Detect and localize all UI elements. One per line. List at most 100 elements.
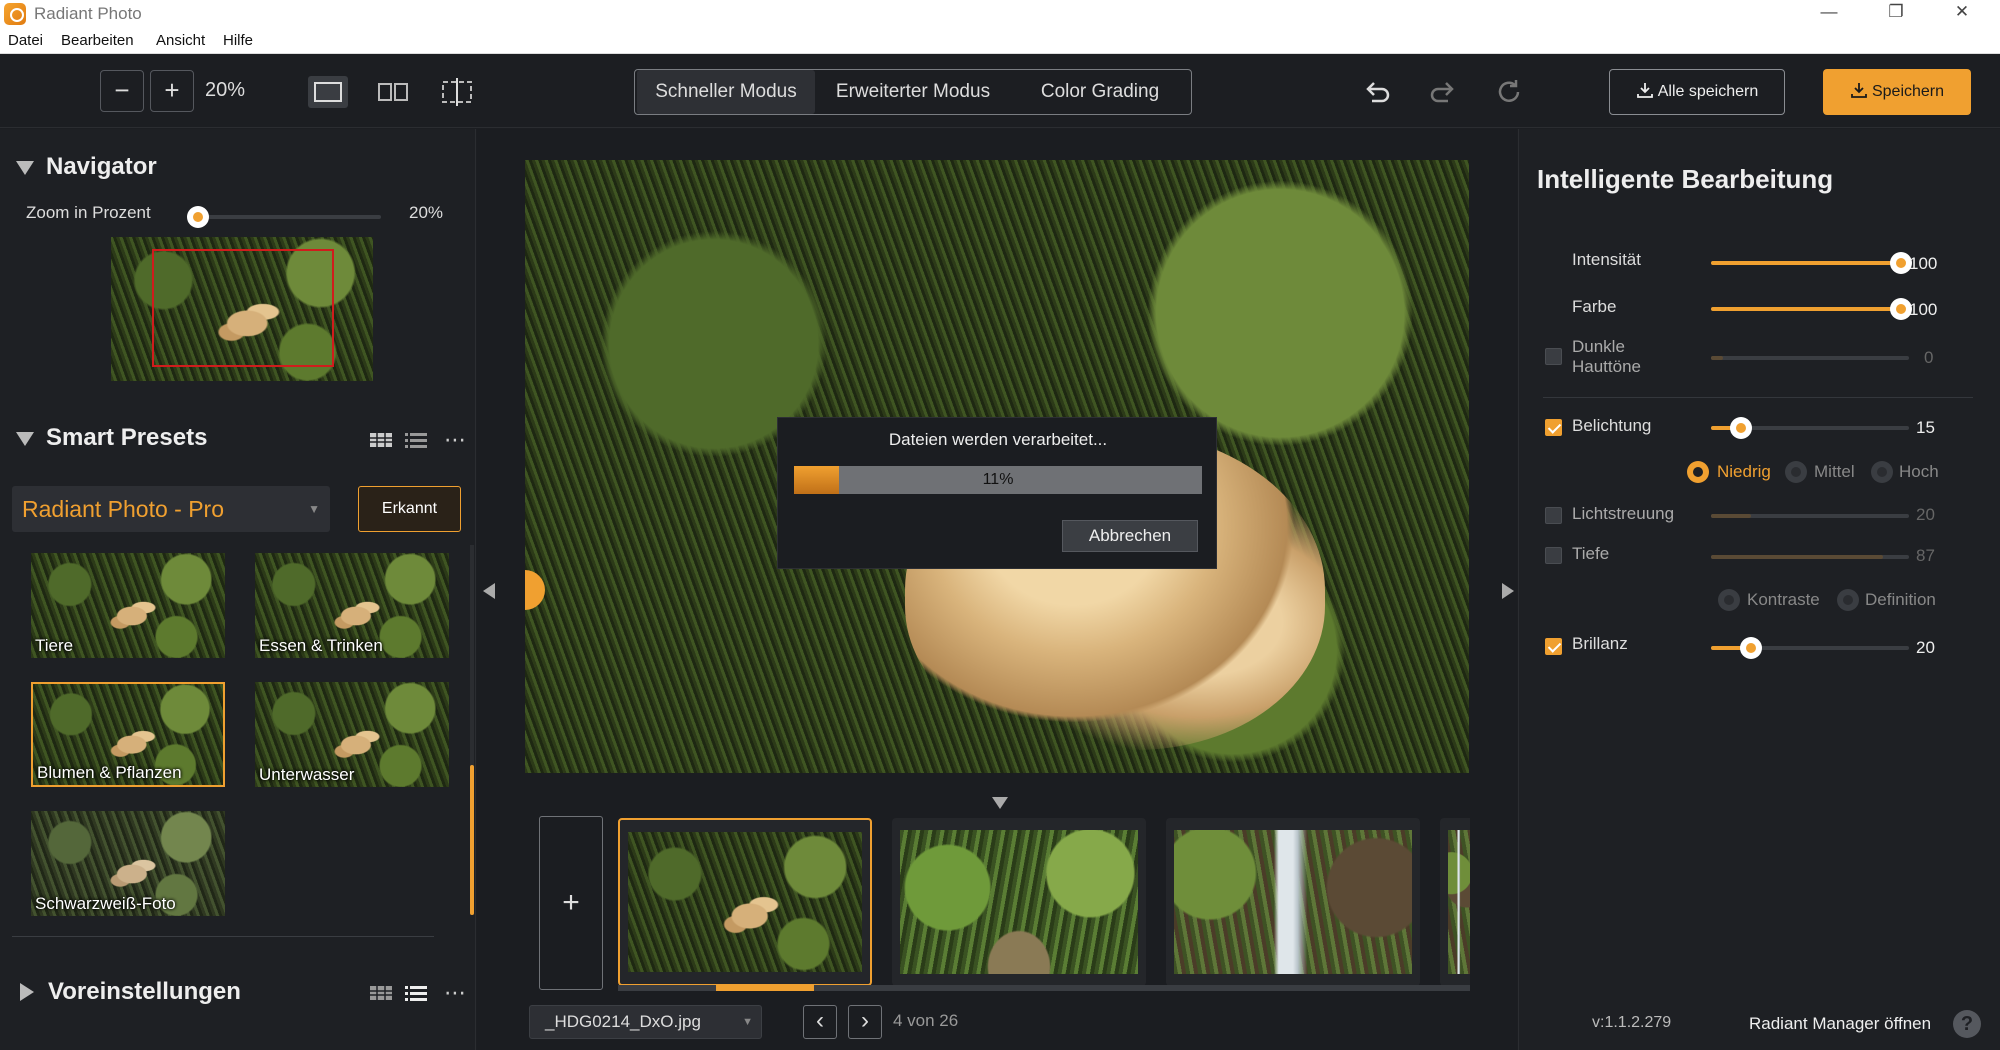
filmstrip-item[interactable] [892,818,1146,986]
exposure-label: Belichtung [1572,416,1652,435]
zoom-out-button[interactable]: − [100,70,144,112]
dark-skin-tones-value: 0 [1924,348,1934,367]
color-label: Farbe [1572,297,1617,316]
depth-definition-radio[interactable] [1837,589,1859,611]
left-panel-scrollbar-thumb[interactable] [470,765,474,915]
toolbar: − + 20% Schneller Modus Erweiterter Modu… [0,55,2000,128]
intensity-label: Intensität [1572,250,1641,269]
app-logo-icon [4,3,26,25]
mode-switcher: Schneller Modus Erweiterter Modus Color … [634,69,1192,115]
compare-handle[interactable] [525,570,545,610]
undo-button[interactable] [1362,77,1392,107]
collapse-navigator-icon[interactable] [16,161,34,175]
chevron-down-icon: ▼ [308,502,320,516]
menu-datei[interactable]: Datei [8,32,43,49]
preset-dropdown[interactable]: Radiant Photo - Pro ▼ [12,486,330,532]
help-button[interactable]: ? [1953,1010,1981,1038]
smart-edit-title: Intelligente Bearbeitung [1537,164,1834,194]
redo-button[interactable] [1428,77,1458,107]
next-image-button[interactable]: › [848,1005,882,1039]
depth-contrast-label: Kontraste [1747,590,1820,609]
exposure-checkbox[interactable] [1545,419,1562,436]
reset-button[interactable] [1494,77,1524,107]
smart-presets-more-icon[interactable]: ⋯ [444,427,466,453]
preset-label: Tiere [35,636,74,655]
compare-view-button[interactable] [437,76,477,108]
menu-bearbeiten[interactable]: Bearbeiten [61,32,134,49]
menu-hilfe[interactable]: Hilfe [223,32,253,49]
filmstrip-scrollbar-thumb[interactable] [716,985,814,991]
left-panel: Navigator Zoom in Prozent 20% Smart Pres… [0,129,476,1050]
previous-image-button[interactable]: ‹ [803,1005,837,1039]
tab-schneller-modus[interactable]: Schneller Modus [637,70,815,114]
voreinstellungen-more-icon[interactable]: ⋯ [444,980,466,1006]
split-view-button[interactable] [373,76,413,108]
title-bar: Radiant Photo — ❐ ✕ [0,0,2000,27]
right-panel: Intelligente Bearbeitung Intensität 100 … [1518,129,2000,1050]
close-window-button[interactable]: ✕ [1932,0,1992,27]
preset-essen-trinken[interactable]: Essen & Trinken [255,553,449,658]
version-label: v:1.1.2.279 [1592,1014,1672,1031]
file-dropdown-value: _HDG0214_DxO.jpg [545,1012,701,1031]
save-button[interactable]: Speichern [1823,69,1971,115]
filmstrip-item[interactable] [1440,818,1470,986]
exposure-medium-radio[interactable] [1785,461,1807,483]
collapse-smart-presets-icon[interactable] [16,432,34,446]
exposure-slider[interactable] [1711,417,1909,439]
intensity-slider-fill [1711,261,1901,265]
collapse-right-panel-icon[interactable] [1502,583,1514,599]
open-radiant-manager-link[interactable]: Radiant Manager öffnen [1749,1014,1931,1034]
dark-skin-tones-checkbox[interactable] [1545,348,1562,365]
detected-button[interactable]: Erkannt [358,486,461,532]
brilliance-slider-knob[interactable] [1739,637,1762,659]
processing-dialog: Dateien werden verarbeitet... 11% Abbrec… [777,417,1217,569]
grid-view-icon[interactable] [369,431,393,449]
preset-schwarzweiss[interactable]: Schwarzweiß-Foto [31,811,225,916]
list-view-icon[interactable] [404,431,428,449]
maximize-button[interactable]: ❐ [1866,0,1926,27]
exposure-high-radio[interactable] [1871,461,1893,483]
exposure-low-radio[interactable] [1687,461,1709,483]
color-slider[interactable] [1711,298,1912,320]
navigator-viewport-rect[interactable] [152,249,334,367]
navigator-zoom-knob[interactable] [186,206,209,228]
depth-checkbox[interactable] [1545,547,1562,564]
save-all-button[interactable]: Alle speichern [1609,69,1785,115]
light-scatter-slider[interactable] [1711,514,1909,518]
dark-skin-tones-slider-fill [1711,356,1723,360]
brilliance-slider[interactable] [1711,637,1909,659]
filmstrip-thumbnail [900,830,1138,974]
expand-voreinstellungen-icon[interactable] [20,983,34,1001]
color-value: 100 [1909,300,1938,319]
menu-ansicht[interactable]: Ansicht [156,32,205,49]
zoom-in-button[interactable]: + [150,70,194,112]
grid-view-icon[interactable] [369,984,393,1002]
collapse-left-panel-icon[interactable] [483,583,495,599]
add-image-button[interactable]: + [539,816,603,990]
list-view-icon[interactable] [404,984,428,1002]
cancel-button[interactable]: Abbrechen [1062,520,1198,552]
light-scatter-checkbox[interactable] [1545,507,1562,524]
intensity-slider[interactable] [1711,252,1912,274]
dark-skin-tones-slider[interactable] [1711,356,1909,360]
tab-erweiterter-modus[interactable]: Erweiterter Modus [821,70,1005,114]
depth-contrast-radio[interactable] [1718,589,1740,611]
preset-tiere[interactable]: Tiere [31,553,225,658]
single-view-icon [314,82,342,102]
depth-slider[interactable] [1711,555,1909,559]
navigator-zoom-slider[interactable] [186,206,381,228]
filmstrip-item[interactable] [618,818,872,986]
preset-label: Schwarzweiß-Foto [35,894,176,913]
minimize-button[interactable]: — [1799,0,1859,27]
file-dropdown[interactable]: _HDG0214_DxO.jpg ▼ [529,1005,762,1039]
preset-unterwasser[interactable]: Unterwasser [255,682,449,787]
filmstrip-item[interactable] [1166,818,1420,986]
collapse-filmstrip-icon[interactable] [992,797,1008,809]
single-view-button[interactable] [308,76,348,108]
tab-color-grading[interactable]: Color Grading [1011,70,1189,114]
preset-blumen-pflanzen[interactable]: Blumen & Pflanzen [31,682,225,787]
brilliance-checkbox[interactable] [1545,638,1562,655]
exposure-slider-knob[interactable] [1729,417,1752,439]
brilliance-label: Brillanz [1572,634,1628,653]
divider [1543,397,1973,398]
